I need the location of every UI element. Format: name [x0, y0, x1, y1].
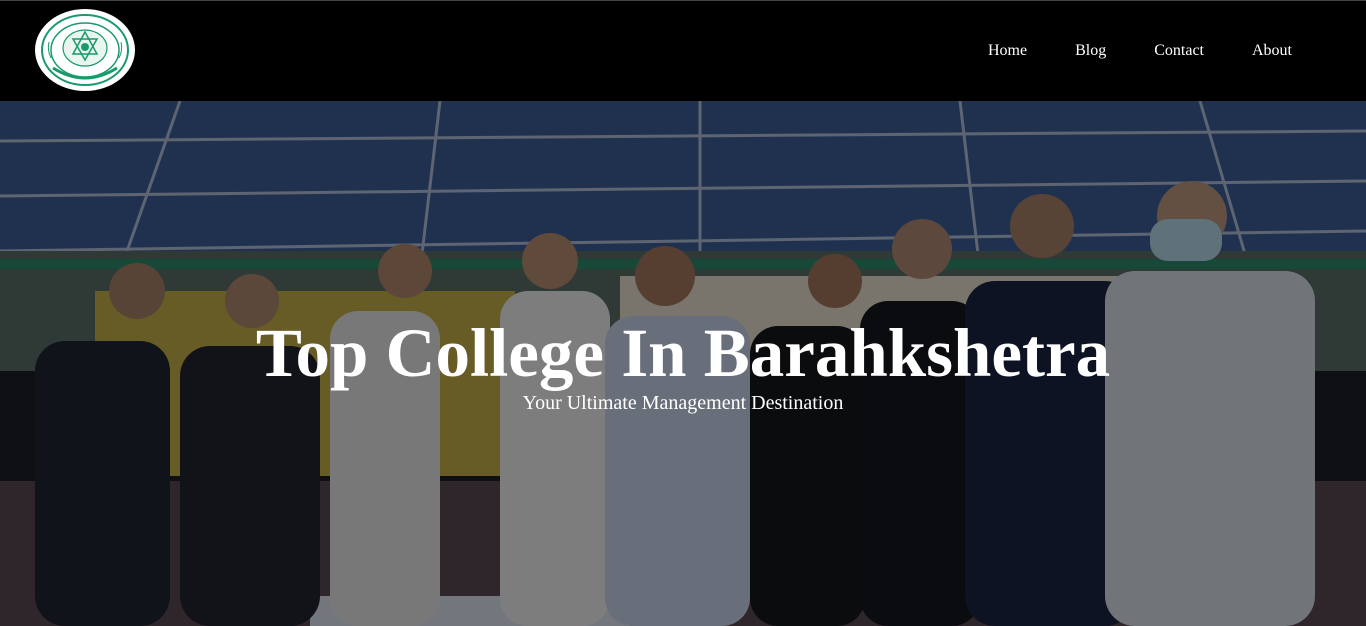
hero-title: Top College In Barahkshetra	[255, 315, 1111, 391]
college-seal-icon	[41, 14, 129, 86]
nav-home-link[interactable]: Home	[988, 41, 1027, 61]
main-nav: Home Blog Contact About	[988, 41, 1292, 61]
college-logo[interactable]	[35, 9, 135, 91]
nav-contact-link[interactable]: Contact	[1154, 41, 1204, 61]
nav-about-link[interactable]: About	[1252, 41, 1292, 61]
navbar: Home Blog Contact About	[0, 0, 1366, 101]
hero-subtitle: Your Ultimate Management Destination	[522, 392, 844, 414]
nav-blog-link[interactable]: Blog	[1075, 41, 1106, 61]
hero-section: Top College In Barahkshetra Your Ultimat…	[0, 101, 1366, 626]
